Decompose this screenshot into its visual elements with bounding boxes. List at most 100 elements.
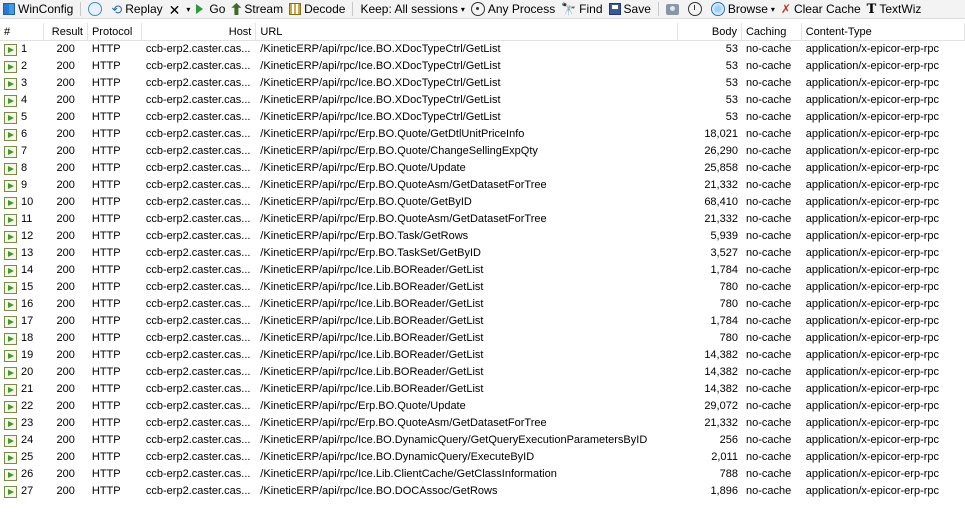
session-number: 6 — [21, 128, 28, 140]
request-icon — [4, 196, 17, 209]
session-content-type: application/x-epicor-erp-rpc — [805, 60, 940, 72]
column-header-protocol[interactable]: Protocol — [88, 22, 142, 41]
session-result: 200 — [56, 366, 75, 378]
session-host: ccb-erp2.caster.cas... — [145, 366, 251, 378]
session-row[interactable]: 24 200 HTTP ccb-erp2.caster.cas... /KineticE… — [0, 432, 965, 449]
session-result: 200 — [56, 417, 75, 429]
column-header-url[interactable]: URL — [256, 22, 679, 41]
session-number-cell: 6 — [0, 126, 43, 143]
session-row[interactable]: 21 200 HTTP ccb-erp2.caster.cas... /KineticE… — [0, 381, 965, 398]
go-button[interactable]: Go — [193, 0, 228, 18]
session-row[interactable]: 12 200 HTTP ccb-erp2.caster.cas... /KineticE… — [0, 228, 965, 245]
request-icon — [4, 162, 17, 175]
session-content-type: application/x-epicor-erp-rpc — [805, 417, 940, 429]
session-url: /KineticERP/api/rpc/Ice.BO.XDocTypeCtrl/… — [260, 43, 501, 55]
session-row[interactable]: 25 200 HTTP ccb-erp2.caster.cas... /KineticE… — [0, 449, 965, 466]
session-url: /KineticERP/api/rpc/Ice.Lib.ClientCache/… — [260, 468, 557, 480]
session-row[interactable]: 15 200 HTTP ccb-erp2.caster.cas... /KineticE… — [0, 279, 965, 296]
session-content-type: application/x-epicor-erp-rpc — [805, 366, 940, 378]
session-protocol: HTTP — [91, 43, 121, 55]
session-body-size: 53 — [725, 111, 738, 123]
winconfig-button[interactable]: WinConfig — [0, 0, 76, 18]
session-row[interactable]: 1 200 HTTP ccb-erp2.caster.cas... /KineticER… — [0, 41, 965, 58]
column-header-number[interactable]: # — [0, 22, 44, 41]
session-protocol: HTTP — [91, 77, 121, 89]
session-protocol: HTTP — [91, 400, 121, 412]
stream-button[interactable]: Stream — [228, 0, 286, 18]
comment-button[interactable] — [85, 0, 108, 18]
replay-button[interactable]: ⟲ Replay — [108, 0, 165, 18]
session-row[interactable]: 5 200 HTTP ccb-erp2.caster.cas... /KineticER… — [0, 109, 965, 126]
screenshot-button[interactable] — [663, 0, 685, 18]
session-row[interactable]: 17 200 HTTP ccb-erp2.caster.cas... /KineticE… — [0, 313, 965, 330]
session-content-type: application/x-epicor-erp-rpc — [805, 383, 940, 395]
session-body-size: 53 — [725, 77, 738, 89]
session-number-cell: 10 — [0, 194, 43, 211]
column-header-host[interactable]: Host — [142, 22, 257, 41]
save-button[interactable]: Save — [606, 0, 654, 18]
session-host: ccb-erp2.caster.cas... — [145, 264, 251, 276]
keep-sessions-dropdown[interactable]: Keep: All sessions ▾ — [357, 0, 467, 18]
close-icon: ✕ — [168, 2, 181, 18]
text-wizard-icon: T — [866, 2, 877, 17]
session-row[interactable]: 7 200 HTTP ccb-erp2.caster.cas... /KineticER… — [0, 143, 965, 160]
session-row[interactable]: 9 200 HTTP ccb-erp2.caster.cas... /KineticER… — [0, 177, 965, 194]
session-row[interactable]: 19 200 HTTP ccb-erp2.caster.cas... /KineticE… — [0, 347, 965, 364]
session-host: ccb-erp2.caster.cas... — [145, 179, 251, 191]
session-row[interactable]: 14 200 HTTP ccb-erp2.caster.cas... /KineticE… — [0, 262, 965, 279]
session-url: /KineticERP/api/rpc/Erp.BO.QuoteAsm/GetD… — [260, 417, 547, 429]
session-row[interactable]: 27 200 HTTP ccb-erp2.caster.cas... /KineticE… — [0, 483, 965, 500]
clear-cache-button[interactable]: ✗ Clear Cache — [778, 0, 864, 18]
decode-label: Decode — [304, 2, 346, 16]
any-process-button[interactable]: Any Process — [468, 0, 558, 18]
request-icon — [4, 400, 17, 413]
session-row[interactable]: 6 200 HTTP ccb-erp2.caster.cas... /KineticER… — [0, 126, 965, 143]
session-result: 200 — [56, 281, 75, 293]
session-row[interactable]: 11 200 HTTP ccb-erp2.caster.cas... /KineticE… — [0, 211, 965, 228]
session-row[interactable]: 13 200 HTTP ccb-erp2.caster.cas... /KineticE… — [0, 245, 965, 262]
session-row[interactable]: 23 200 HTTP ccb-erp2.caster.cas... /KineticE… — [0, 415, 965, 432]
session-url: /KineticERP/api/rpc/Ice.Lib.BOReader/Get… — [260, 264, 484, 276]
session-number: 10 — [21, 196, 34, 208]
find-button[interactable]: 🔭 Find — [558, 0, 605, 18]
column-header-body[interactable]: Body — [678, 22, 742, 41]
column-header-caching[interactable]: Caching — [742, 22, 802, 41]
session-result: 200 — [56, 315, 75, 327]
session-protocol: HTTP — [91, 162, 121, 174]
column-header-result[interactable]: Result — [44, 22, 88, 41]
session-row[interactable]: 16 200 HTTP ccb-erp2.caster.cas... /KineticE… — [0, 296, 965, 313]
session-row[interactable]: 4 200 HTTP ccb-erp2.caster.cas... /KineticER… — [0, 92, 965, 109]
session-protocol: HTTP — [91, 111, 121, 123]
session-number-cell: 16 — [0, 296, 43, 313]
session-body-size: 18,021 — [704, 128, 738, 140]
session-row[interactable]: 3 200 HTTP ccb-erp2.caster.cas... /KineticER… — [0, 75, 965, 92]
session-host: ccb-erp2.caster.cas... — [145, 315, 251, 327]
session-url: /KineticERP/api/rpc/Erp.BO.Quote/GetByID — [260, 196, 472, 208]
session-row[interactable]: 10 200 HTTP ccb-erp2.caster.cas... /KineticE… — [0, 194, 965, 211]
decode-button[interactable]: Decode — [286, 0, 348, 18]
session-row[interactable]: 2 200 HTTP ccb-erp2.caster.cas... /KineticER… — [0, 58, 965, 75]
session-result: 200 — [56, 179, 75, 191]
remove-button[interactable]: ✕ ▾ — [166, 0, 194, 18]
session-body-size: 1,896 — [710, 485, 738, 497]
session-number: 26 — [21, 468, 34, 480]
session-row[interactable]: 20 200 HTTP ccb-erp2.caster.cas... /KineticE… — [0, 364, 965, 381]
session-content-type: application/x-epicor-erp-rpc — [805, 213, 940, 225]
session-row[interactable]: 8 200 HTTP ccb-erp2.caster.cas... /KineticER… — [0, 160, 965, 177]
textwizard-button[interactable]: T TextWiz — [864, 0, 925, 18]
session-number-cell: 4 — [0, 92, 43, 109]
session-content-type: application/x-epicor-erp-rpc — [805, 94, 940, 106]
session-caching: no-cache — [745, 60, 792, 72]
column-header-content-type[interactable]: Content-Type — [802, 22, 965, 41]
browse-button[interactable]: Browse ▾ — [708, 0, 778, 18]
session-row[interactable]: 26 200 HTTP ccb-erp2.caster.cas... /KineticE… — [0, 466, 965, 483]
session-host: ccb-erp2.caster.cas... — [145, 162, 251, 174]
session-result: 200 — [56, 383, 75, 395]
session-number: 27 — [21, 485, 34, 497]
timer-button[interactable] — [685, 0, 708, 18]
session-row[interactable]: 22 200 HTTP ccb-erp2.caster.cas... /KineticE… — [0, 398, 965, 415]
request-icon — [4, 281, 17, 294]
session-row[interactable]: 18 200 HTTP ccb-erp2.caster.cas... /KineticE… — [0, 330, 965, 347]
session-body-size: 788 — [719, 468, 738, 480]
session-url: /KineticERP/api/rpc/Ice.BO.XDocTypeCtrl/… — [260, 60, 501, 72]
